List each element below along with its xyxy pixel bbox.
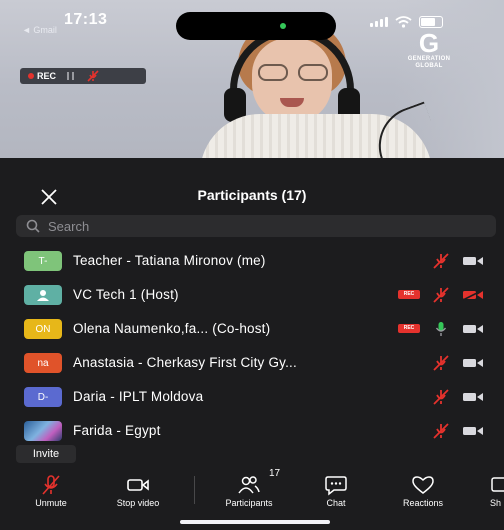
panel-title: Participants (17) bbox=[197, 187, 307, 203]
participant-name: Farida - Egypt bbox=[73, 423, 161, 438]
battery-icon bbox=[419, 16, 443, 28]
mic-muted-icon bbox=[430, 388, 452, 406]
back-to-gmail-link[interactable]: ◄ Gmail bbox=[22, 25, 57, 35]
avatar: ON bbox=[24, 319, 62, 339]
video-on-icon bbox=[462, 422, 484, 440]
mic-muted-icon bbox=[430, 422, 452, 440]
participant-name: Teacher - Tatiana Mironov (me) bbox=[73, 253, 266, 268]
recording-indicator[interactable]: REC bbox=[20, 68, 146, 84]
mic-active-icon bbox=[430, 320, 452, 338]
avatar: na bbox=[24, 353, 62, 373]
status-time: 17:13 bbox=[64, 11, 108, 28]
mic-muted-icon bbox=[430, 286, 452, 304]
participant-name: Daria - IPLT Moldova bbox=[73, 389, 204, 404]
video-on-icon bbox=[462, 252, 484, 270]
share-label: Sh bbox=[490, 498, 502, 508]
participants-icon bbox=[238, 476, 260, 494]
user-silhouette-icon bbox=[37, 290, 49, 301]
participant-list: T- Teacher - Tatiana Mironov (me) VC Tec… bbox=[0, 243, 504, 441]
chat-button[interactable]: Chat bbox=[296, 472, 376, 512]
invite-button[interactable]: Invite bbox=[16, 445, 76, 463]
active-speaker-video[interactable]: ◄ Gmail 17:13 REC G GENERATION GLOBAL bbox=[0, 0, 504, 158]
dynamic-island bbox=[176, 12, 336, 40]
participant-row[interactable]: Farida - Egypt bbox=[0, 413, 504, 441]
logo-line-2: GLOBAL bbox=[415, 63, 443, 69]
chat-label: Chat bbox=[326, 498, 346, 508]
avatar: D- bbox=[24, 387, 62, 407]
participants-panel: Participants (17) T- Teacher - Tatiana M… bbox=[0, 158, 504, 530]
mic-muted-icon bbox=[42, 475, 60, 495]
participants-button[interactable]: 17 Participants bbox=[209, 468, 289, 512]
search-input[interactable] bbox=[48, 218, 496, 234]
participants-count-badge: 17 bbox=[269, 468, 281, 479]
participant-name: VC Tech 1 (Host) bbox=[73, 287, 179, 302]
avatar: T- bbox=[24, 251, 62, 271]
heart-icon bbox=[412, 476, 434, 494]
mic-muted-icon bbox=[430, 252, 452, 270]
participant-row[interactable]: na Anastasia - Cherkasy First City Gy... bbox=[0, 345, 504, 379]
avatar bbox=[24, 285, 62, 305]
participant-name: Olena Naumenko,fa... (Co-host) bbox=[73, 321, 271, 336]
pause-recording-icon[interactable] bbox=[64, 70, 78, 82]
home-indicator[interactable] bbox=[180, 520, 330, 524]
reactions-label: Reactions bbox=[402, 498, 444, 508]
wifi-icon bbox=[395, 16, 412, 28]
participants-label: Participants bbox=[225, 498, 273, 508]
recording-label: REC bbox=[37, 71, 57, 81]
stop-video-button[interactable]: Stop video bbox=[98, 472, 178, 512]
stop-video-label: Stop video bbox=[116, 498, 160, 508]
participant-name: Anastasia - Cherkasy First City Gy... bbox=[73, 355, 297, 370]
logo-mark: G bbox=[418, 28, 440, 58]
camera-active-dot bbox=[280, 23, 286, 29]
signal-icon bbox=[370, 17, 388, 27]
recording-badge: REC bbox=[398, 324, 420, 333]
video-off-icon bbox=[462, 286, 484, 304]
mic-muted-icon bbox=[430, 354, 452, 372]
logo-line-1: GENERATION bbox=[407, 56, 451, 62]
video-on-icon bbox=[462, 320, 484, 338]
meeting-toolbar: Unmute Stop video 17 Participants Chat R… bbox=[0, 468, 504, 530]
share-screen-icon bbox=[491, 477, 504, 492]
share-button[interactable]: Sh bbox=[460, 472, 504, 512]
reactions-button[interactable]: Reactions bbox=[383, 472, 463, 512]
recording-badge: REC bbox=[398, 290, 420, 299]
search-bar[interactable] bbox=[16, 215, 496, 237]
recording-status: REC bbox=[28, 71, 56, 81]
video-camera-icon bbox=[127, 479, 149, 491]
participant-row[interactable]: ON Olena Naumenko,fa... (Co-host) REC bbox=[0, 311, 504, 345]
generation-global-logo: G GENERATION GLOBAL bbox=[398, 30, 460, 70]
unmute-button[interactable]: Unmute bbox=[11, 472, 91, 512]
video-on-icon bbox=[462, 388, 484, 406]
participant-row[interactable]: VC Tech 1 (Host) REC bbox=[0, 277, 504, 311]
participant-row[interactable]: T- Teacher - Tatiana Mironov (me) bbox=[0, 243, 504, 277]
toolbar-divider bbox=[194, 476, 195, 504]
chat-icon bbox=[325, 476, 347, 496]
stop-recording-icon[interactable] bbox=[86, 70, 100, 82]
avatar-photo bbox=[24, 421, 62, 441]
participant-row[interactable]: D- Daria - IPLT Moldova bbox=[0, 379, 504, 413]
video-on-icon bbox=[462, 354, 484, 372]
search-icon bbox=[26, 219, 40, 233]
system-status-icons bbox=[370, 16, 443, 28]
unmute-label: Unmute bbox=[35, 498, 67, 508]
recording-dot-icon bbox=[28, 73, 34, 79]
